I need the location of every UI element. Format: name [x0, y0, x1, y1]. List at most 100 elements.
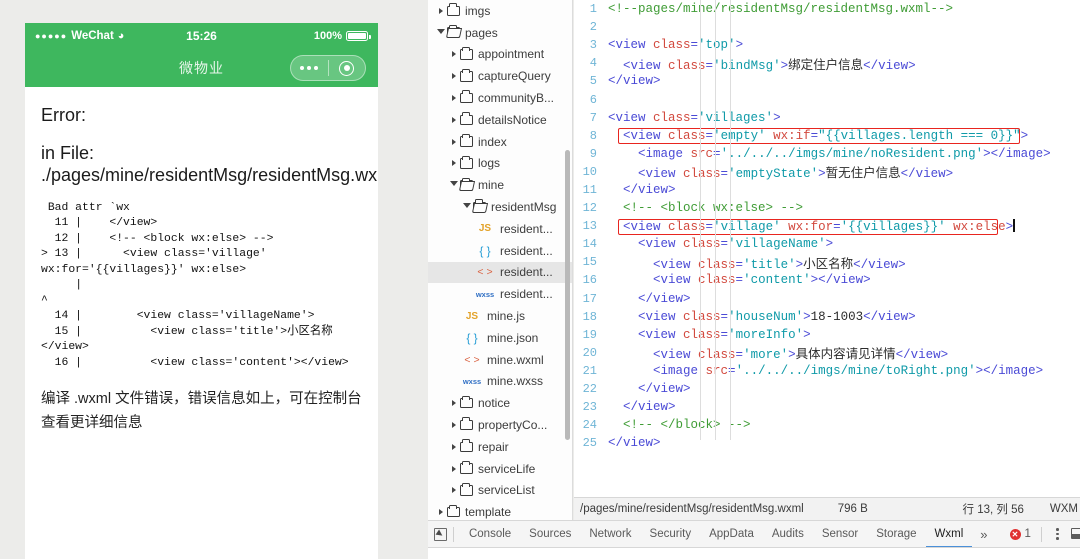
chevron-right-icon[interactable] [447, 422, 460, 429]
code-editor[interactable]: 1 <!--pages/mine/residentMsg/residentMsg.… [574, 0, 1080, 497]
code-line[interactable]: 18 <view class='houseNum'>18-1003</view> [574, 308, 1080, 326]
file-explorer-tree[interactable]: imgs pages appointment captureQuery communit… [428, 0, 573, 520]
chevron-right-icon[interactable] [447, 465, 460, 472]
chevron-right-icon[interactable] [447, 160, 460, 167]
chevron-right-icon[interactable] [447, 400, 460, 407]
tree-item-minewxml[interactable]: < > mine.wxml [428, 349, 572, 371]
code-line[interactable]: 17 </view> [574, 290, 1080, 308]
devtools-tab-audits[interactable]: Audits [763, 521, 813, 547]
code-line[interactable]: 5 </view> [574, 72, 1080, 90]
chevron-down-icon[interactable] [460, 203, 473, 211]
code-line[interactable]: 20 <view class='more'>具体内容请见详情</view> [574, 344, 1080, 363]
code-line[interactable]: 25 </view> [574, 434, 1080, 452]
devtools-tab-sensor[interactable]: Sensor [813, 521, 867, 547]
code-token-tag: <view [623, 58, 669, 73]
code-token-str: 'more' [743, 348, 789, 363]
tree-item-resident[interactable]: wxss resident... [428, 283, 572, 305]
code-line[interactable]: 3 <view class='top'> [574, 36, 1080, 54]
tree-item-resident[interactable]: < > resident... [428, 261, 572, 284]
code-line[interactable]: 6 [574, 90, 1080, 108]
devtools-error-badge[interactable]: ✕ 1 [1009, 528, 1031, 540]
tree-item-capturequery[interactable]: captureQuery [428, 65, 572, 87]
devtools-tab-appdata[interactable]: AppData [700, 521, 763, 547]
code-line[interactable]: 1 <!--pages/mine/residentMsg/residentMsg.… [574, 0, 1080, 18]
code-line[interactable]: 4 <view class='bindMsg'>绑定住户信息</view> [574, 54, 1080, 73]
tree-item-propertyco[interactable]: propertyCo... [428, 414, 572, 436]
status-cursor-position[interactable]: 行 13, 列 56 [963, 501, 1024, 517]
tree-item-index[interactable]: index [428, 131, 572, 153]
more-dots-icon[interactable] [291, 66, 328, 70]
inspect-cursor-icon[interactable] [431, 527, 449, 541]
code-line[interactable]: 24 <!-- </block> --> [574, 416, 1080, 434]
chevron-right-icon[interactable] [447, 487, 460, 494]
tree-item-pages[interactable]: pages [428, 22, 572, 44]
devtools-tab-network[interactable]: Network [580, 521, 640, 547]
code-line[interactable]: 14 <view class='villageName'> [574, 235, 1080, 253]
code-token-tag: <view [638, 327, 684, 342]
code-line[interactable]: 8 <view class='empty' wx:if="{{villages.… [574, 127, 1080, 145]
chevron-right-icon[interactable] [434, 509, 447, 516]
line-number: 15 [582, 255, 597, 270]
chevron-right-icon[interactable] [434, 7, 447, 14]
tree-item-detailsnotice[interactable]: detailsNotice [428, 109, 572, 131]
code-token-com: <!--pages/mine/residentMsg/residentMsg.w… [608, 2, 954, 17]
tree-item-resident[interactable]: { } resident... [428, 240, 572, 262]
chevron-down-icon[interactable] [434, 28, 447, 37]
tree-item-residentmsg[interactable]: residentMsg [428, 196, 572, 218]
code-line[interactable]: 9 <image src='../../../imgs/mine/noResid… [574, 145, 1080, 163]
devtools-overflow-button[interactable]: » [972, 527, 995, 542]
tree-item-servicelife[interactable]: serviceLife [428, 458, 572, 480]
code-line[interactable]: 19 <view class='moreInfo'> [574, 326, 1080, 344]
tree-item-resident[interactable]: JS resident... [428, 218, 572, 240]
file-tree-scrollbar[interactable] [565, 150, 570, 440]
tree-item-mine[interactable]: mine [428, 174, 572, 196]
tree-item-repair[interactable]: repair [428, 436, 572, 458]
code-token-tag: </view> [900, 167, 954, 182]
tree-item-appointment[interactable]: appointment [428, 44, 572, 66]
chevron-right-icon[interactable] [447, 51, 460, 58]
code-line[interactable]: 16 <view class='content'></view> [574, 271, 1080, 289]
code-line[interactable]: 21 <image src='../../../imgs/mine/toRigh… [574, 362, 1080, 380]
devtools-tab-wxml[interactable]: Wxml [925, 521, 973, 547]
devtools-tab-sources[interactable]: Sources [520, 521, 580, 547]
line-number: 14 [582, 237, 597, 252]
tree-item-imgs[interactable]: imgs [428, 0, 572, 22]
capsule-target-icon[interactable] [329, 60, 366, 76]
tree-item-minewxss[interactable]: wxss mine.wxss [428, 371, 572, 393]
chevron-down-icon[interactable] [447, 181, 460, 189]
code-line[interactable]: 23 </view> [574, 398, 1080, 416]
capsule-button-group[interactable] [290, 55, 366, 81]
tree-item-communityb[interactable]: communityB... [428, 87, 572, 109]
chevron-right-icon[interactable] [447, 95, 460, 102]
code-line[interactable]: 15 <view class='title'>小区名称</view> [574, 253, 1080, 272]
devtools-tab-console[interactable]: Console [460, 521, 520, 547]
line-number: 13 [582, 219, 597, 234]
tree-item-notice[interactable]: notice [428, 392, 572, 414]
devtools-tab-storage[interactable]: Storage [867, 521, 925, 547]
code-token-tag: </view> [863, 309, 916, 324]
code-line[interactable]: 10 <view class='emptyState'>暂无住户信息</view… [574, 163, 1080, 182]
code-line[interactable]: 2 [574, 18, 1080, 36]
tree-item-logs[interactable]: logs [428, 153, 572, 175]
tree-item-servicelist[interactable]: serviceList [428, 480, 572, 502]
code-line[interactable]: 7 <view class='villages'> [574, 109, 1080, 127]
status-language-mode[interactable]: WXM [1050, 503, 1078, 515]
tree-item-label: serviceList [478, 483, 535, 498]
chevron-right-icon[interactable] [447, 73, 460, 80]
chevron-right-icon[interactable] [447, 138, 460, 145]
chevron-right-icon[interactable] [447, 116, 460, 123]
tree-item-minejson[interactable]: { } mine.json [428, 327, 572, 349]
code-line[interactable]: 11 </view> [574, 181, 1080, 199]
code-line-text: <!--pages/mine/residentMsg/residentMsg.w… [606, 2, 953, 16]
code-line[interactable]: 13 <view class='village' wx:for='{{villa… [574, 217, 1080, 235]
devtools-tab-security[interactable]: Security [641, 521, 701, 547]
tree-item-label: mine.js [487, 309, 526, 324]
code-line[interactable]: 12 <!-- <block wx:else> --> [574, 199, 1080, 217]
tree-item-minejs[interactable]: JS mine.js [428, 305, 572, 327]
kebab-menu-icon[interactable] [1052, 528, 1063, 540]
code-line[interactable]: 22 </view> [574, 380, 1080, 398]
devtools-tabbar[interactable]: ConsoleSourcesNetworkSecurityAppDataAudi… [428, 520, 1080, 548]
tree-item-template[interactable]: template [428, 501, 572, 520]
dock-panel-icon[interactable] [1070, 528, 1080, 540]
chevron-right-icon[interactable] [447, 443, 460, 450]
